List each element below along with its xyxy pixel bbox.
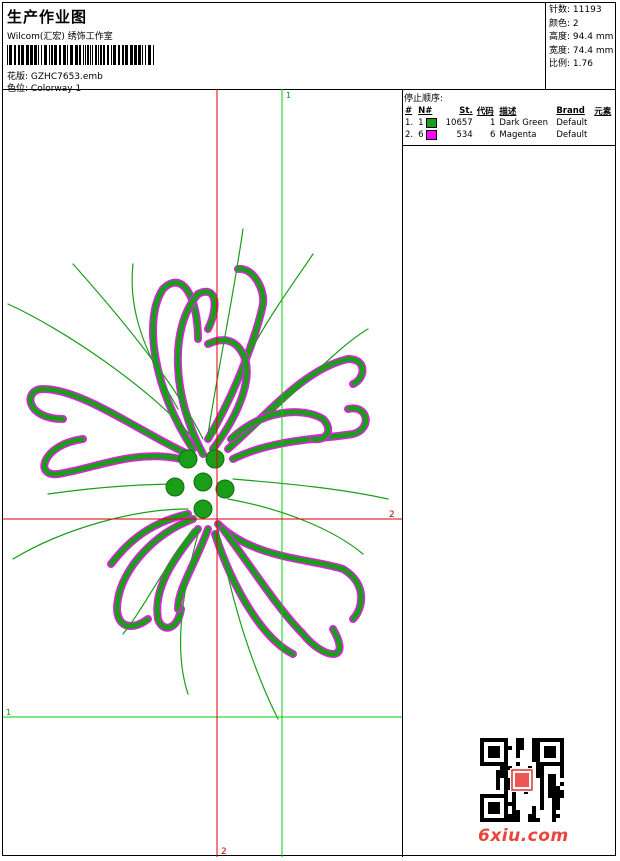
col-element: 元素	[594, 107, 612, 117]
stat-scale: 比例: 1.76	[549, 59, 593, 69]
stat-height: 高度: 94.4 mm	[549, 32, 614, 42]
green-h-label: 1	[6, 708, 11, 717]
design-file-name: GZHC7653.emb	[30, 72, 103, 82]
panel-title: 停止顺序:	[404, 94, 444, 104]
barcode-image	[7, 45, 154, 65]
sheet-title: 生产作业图	[7, 8, 88, 26]
stat-stitches: 针数: 11193	[549, 5, 602, 15]
col-brand: Brand	[556, 106, 585, 116]
col-index: #	[405, 106, 413, 116]
stat-width: 宽度: 74.4 mm	[549, 45, 614, 56]
color-swatch-magenta	[426, 129, 438, 140]
col-code: 代码	[476, 107, 494, 117]
qr-code-image	[480, 738, 564, 822]
panel-divider	[403, 145, 615, 146]
design-file-line: 花版: GZHC7653.emb	[7, 71, 543, 83]
col-stitches: St.	[459, 106, 473, 116]
color-sequence-table: # N# St. 代码 描述 Brand 元素 1. 1 10657 1 Dar…	[403, 105, 615, 141]
table-header: # N# St. 代码 描述 Brand 元素	[403, 105, 615, 117]
red-v-label: 2	[221, 847, 227, 857]
header-info: 生产作业图 Wilcom(汇宏) 绣饰工作室 花版: GZHC7653.emb …	[7, 5, 543, 94]
green-v-label: 1	[286, 91, 291, 100]
production-sheet: 生产作业图 Wilcom(汇宏) 绣饰工作室 花版: GZHC7653.emb …	[2, 2, 616, 857]
table-row[interactable]: 2. 6 534 6 Magenta Default	[403, 129, 615, 141]
watermark-logo: 6xiu.com	[478, 826, 569, 846]
design-label: 花版:	[7, 72, 29, 82]
stats-box: 针数: 11193 颜色: 2 高度: 94.4 mm 宽度: 74.4 mm …	[545, 3, 615, 89]
col-description: 描述	[499, 107, 517, 117]
table-row[interactable]: 1. 1 10657 1 Dark Green Default	[403, 117, 615, 129]
red-h-label: 2	[389, 510, 395, 520]
color-swatch-green	[426, 117, 438, 128]
company-name: Wilcom(汇宏) 绣饰工作室	[7, 32, 113, 42]
embroidery-canvas: 1 1 2 2	[3, 89, 402, 857]
embroidery-design	[7, 228, 389, 720]
col-needle: N#	[418, 106, 433, 116]
design-preview[interactable]: 1 1 2 2	[3, 89, 403, 857]
stat-colors: 颜色: 2	[549, 18, 579, 29]
header: 生产作业图 Wilcom(汇宏) 绣饰工作室 花版: GZHC7653.emb …	[3, 3, 615, 94]
